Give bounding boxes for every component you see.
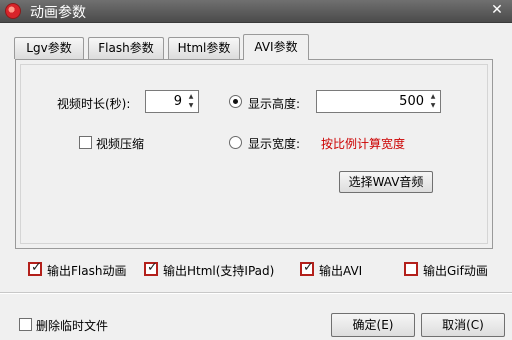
output-html-label: 输出Html(支持IPad) (163, 264, 275, 278)
delete-temp-label: 删除临时文件 (36, 319, 109, 333)
footer-divider (0, 292, 512, 294)
duration-label: 视频时长(秒): (57, 97, 131, 111)
cancel-button[interactable]: 取消(C) (421, 313, 505, 337)
width-radio[interactable] (229, 136, 242, 149)
select-wav-button[interactable]: 选择WAV音频 (339, 171, 433, 193)
height-label: 显示高度: (248, 97, 301, 111)
close-button[interactable]: ✕ (482, 0, 512, 22)
height-radio[interactable] (229, 95, 242, 108)
output-avi-checkbox[interactable]: ✓ (300, 260, 314, 276)
tab-avi[interactable]: AVI参数 (243, 34, 309, 60)
output-html-checkbox[interactable]: ✓ (144, 260, 158, 276)
window-title: 动画参数 (30, 5, 86, 21)
output-avi-label: 输出AVI (319, 264, 363, 278)
height-spinbox[interactable]: 500 ▲ ▼ (316, 90, 441, 113)
width-hint: 按比例计算宽度 (321, 137, 406, 151)
duration-spinbox[interactable]: 9 ▲ ▼ (145, 90, 199, 113)
compress-checkbox[interactable] (79, 136, 92, 149)
spin-arrows-icon[interactable]: ▲ ▼ (185, 92, 197, 111)
width-label: 显示宽度: (248, 137, 301, 151)
height-value: 500 (399, 94, 424, 109)
compress-label: 视频压缩 (96, 137, 145, 151)
avi-settings-panel (15, 59, 493, 249)
tab-html[interactable]: Html参数 (168, 37, 240, 59)
output-flash-label: 输出Flash动画 (47, 264, 127, 278)
spin-arrows-icon[interactable]: ▲ ▼ (427, 92, 439, 111)
title-bar: 动画参数 ✕ (0, 0, 512, 23)
ok-button[interactable]: 确定(E) (331, 313, 415, 337)
duration-value: 9 (173, 94, 182, 109)
tab-flash[interactable]: Flash参数 (88, 37, 164, 59)
app-logo-icon (5, 3, 21, 19)
tab-lgv[interactable]: Lgv参数 (14, 37, 84, 59)
delete-temp-checkbox[interactable] (19, 318, 32, 331)
output-gif-checkbox[interactable] (404, 262, 418, 276)
output-gif-label: 输出Gif动画 (423, 264, 488, 278)
output-flash-checkbox[interactable]: ✓ (28, 260, 42, 276)
